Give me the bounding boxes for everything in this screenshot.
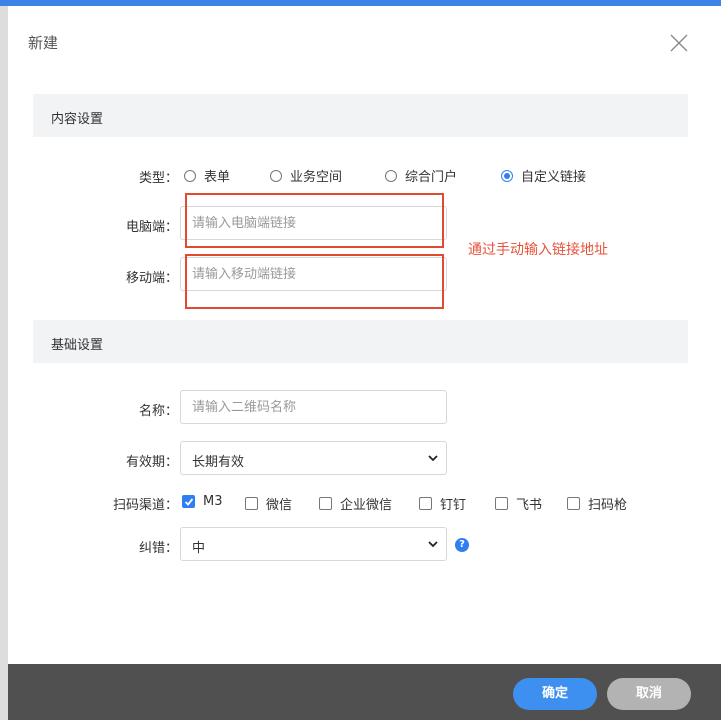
checkbox-label: 企业微信 (340, 498, 393, 513)
radio-label: 综合门户 (405, 170, 458, 185)
annotation-box-mobile (185, 254, 444, 309)
checkbox-box (419, 497, 432, 510)
background-page (0, 6, 8, 720)
checkbox-label: 扫码枪 (588, 498, 628, 513)
checkbox-feishu[interactable]: 飞书 (495, 494, 542, 513)
close-icon[interactable] (670, 34, 688, 52)
radio-circle (184, 169, 196, 182)
content-settings-title: 内容设置 (51, 112, 104, 127)
radio-business-space[interactable]: 业务空间 (270, 166, 342, 185)
qr-name-input[interactable] (180, 390, 447, 424)
radio-portal[interactable]: 综合门户 (385, 166, 457, 185)
pc-label: 电脑端： (125, 220, 178, 235)
checkbox-label: 飞书 (516, 498, 543, 513)
basic-settings-header: 基础设置 (33, 320, 688, 363)
basic-settings-title: 基础设置 (51, 338, 104, 353)
checkbox-work-wechat[interactable]: 企业微信 (319, 494, 392, 513)
checkbox-dingtalk[interactable]: 钉钉 (419, 494, 466, 513)
radio-label: 业务空间 (290, 170, 343, 185)
chevron-down-icon (428, 455, 438, 462)
error-correction-select[interactable]: 中 (180, 527, 447, 561)
checkbox-box (567, 497, 580, 510)
checkbox-wechat[interactable]: 微信 (245, 494, 292, 513)
dialog-header: 新建 (8, 6, 721, 78)
radio-label: 表单 (204, 170, 231, 185)
mobile-label: 移动端： (125, 271, 178, 286)
validity-label: 有效期： (125, 455, 178, 470)
radio-custom-link[interactable]: 自定义链接 (501, 166, 586, 185)
checkbox-label: 微信 (266, 498, 293, 513)
help-icon[interactable]: ? (455, 538, 469, 552)
checkbox-checked (182, 495, 195, 508)
checkbox-box (319, 497, 332, 510)
radio-circle-selected (501, 169, 513, 182)
validity-select[interactable]: 长期有效 (180, 441, 447, 475)
name-label: 名称： (138, 404, 178, 419)
type-label: 类型： (138, 171, 178, 186)
checkbox-label: 钉钉 (440, 498, 467, 513)
radio-circle (385, 169, 397, 182)
dialog-title: 新建 (28, 34, 59, 52)
error-correction-label: 纠错： (138, 541, 178, 556)
confirm-button[interactable]: 确定 (513, 678, 597, 710)
checkbox-box (495, 497, 508, 510)
dialog-footer: 确定 取消 (8, 664, 721, 720)
chevron-down-icon (428, 541, 438, 548)
cancel-button[interactable]: 取消 (607, 678, 691, 710)
check-icon (184, 498, 194, 506)
content-settings-header: 内容设置 (33, 94, 688, 137)
checkbox-label: M3 (203, 494, 223, 509)
channel-label: 扫码渠道： (112, 498, 178, 513)
annotation-box-pc (185, 193, 444, 248)
checkbox-m3[interactable]: M3 (182, 494, 223, 509)
checkbox-scanner[interactable]: 扫码枪 (567, 494, 627, 513)
radio-label: 自定义链接 (521, 170, 587, 185)
checkbox-box (245, 497, 258, 510)
annotation-text: 通过手动输入链接地址 (468, 242, 608, 258)
error-correction-value: 中 (192, 541, 206, 556)
radio-form[interactable]: 表单 (184, 166, 230, 185)
radio-circle (270, 169, 282, 182)
new-dialog: 新建 内容设置 类型： 表单 业务空间 综合门户 自定义链接 电脑端： 移动端：… (8, 6, 721, 720)
validity-value: 长期有效 (192, 455, 245, 470)
